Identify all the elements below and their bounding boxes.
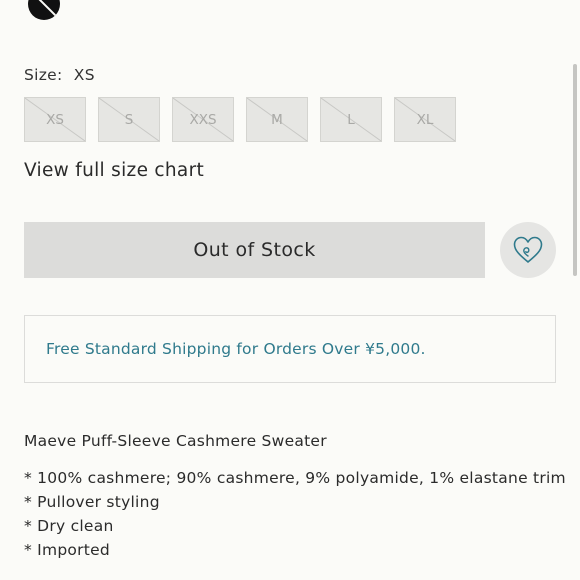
page-scrollbar[interactable] bbox=[573, 64, 577, 276]
size-option-m[interactable]: M bbox=[246, 97, 308, 142]
size-option-label: XS bbox=[46, 111, 64, 128]
heart-icon bbox=[513, 236, 543, 263]
size-option-xxs[interactable]: XXS bbox=[172, 97, 234, 142]
product-title: Maeve Puff-Sleeve Cashmere Sweater bbox=[24, 432, 327, 450]
size-option-label: L bbox=[347, 111, 355, 128]
size-option-label: XXS bbox=[189, 111, 217, 128]
shipping-notice-box: Free Standard Shipping for Orders Over ¥… bbox=[24, 315, 556, 383]
size-option-l[interactable]: L bbox=[320, 97, 382, 142]
shipping-notice-text: Free Standard Shipping for Orders Over ¥… bbox=[46, 340, 426, 358]
size-label: Size: XS bbox=[24, 66, 95, 84]
product-detail-line: * Imported bbox=[24, 541, 110, 559]
size-chart-link[interactable]: View full size chart bbox=[24, 160, 204, 181]
product-detail-line: * Dry clean bbox=[24, 517, 114, 535]
size-option-label: M bbox=[271, 111, 283, 128]
size-option-label: S bbox=[124, 111, 134, 128]
wishlist-button[interactable] bbox=[500, 222, 556, 278]
out-of-stock-button[interactable]: Out of Stock bbox=[24, 222, 485, 278]
selected-size-value: XS bbox=[73, 66, 95, 84]
size-option-label: XL bbox=[416, 111, 434, 128]
size-option-xs[interactable]: XS bbox=[24, 97, 86, 142]
product-description: Maeve Puff-Sleeve Cashmere Sweater * 100… bbox=[24, 432, 566, 562]
product-detail-line: * Pullover styling bbox=[24, 493, 160, 511]
size-option-s[interactable]: S bbox=[98, 97, 160, 142]
product-detail-line: * 100% cashmere; 90% cashmere, 9% polyam… bbox=[24, 469, 566, 487]
size-label-text: Size: bbox=[24, 66, 63, 84]
color-swatch-unavailable[interactable] bbox=[28, 0, 60, 20]
size-option-xl[interactable]: XL bbox=[394, 97, 456, 142]
size-options: XS S XXS M L XL bbox=[24, 97, 456, 142]
out-of-stock-label: Out of Stock bbox=[193, 239, 316, 261]
